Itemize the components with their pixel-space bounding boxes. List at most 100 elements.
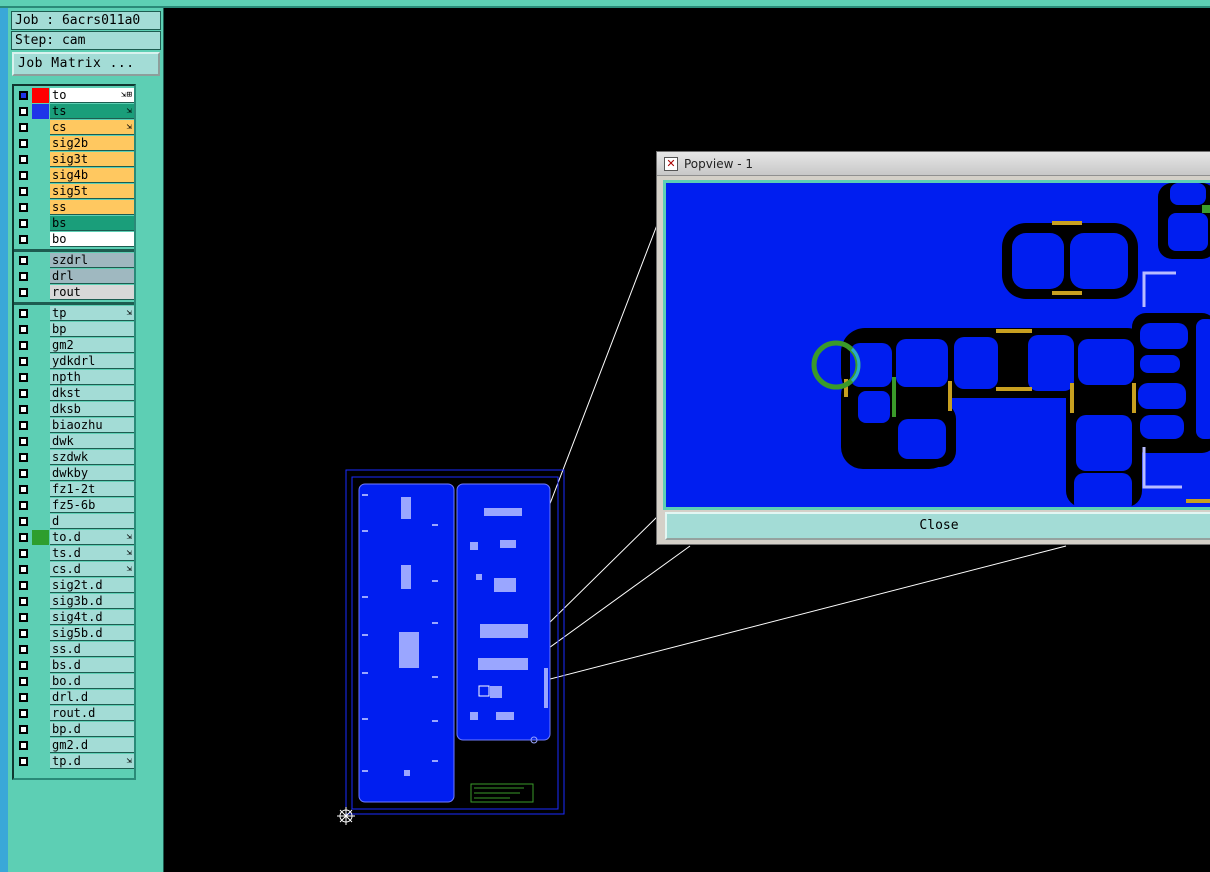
- layer-checkbox[interactable]: [16, 386, 31, 401]
- layer-row-ss[interactable]: ss: [16, 200, 134, 215]
- layer-color-swatch[interactable]: [32, 482, 49, 497]
- layer-checkbox[interactable]: [16, 402, 31, 417]
- layer-checkbox[interactable]: [16, 418, 31, 433]
- layer-checkbox[interactable]: [16, 482, 31, 497]
- layer-color-swatch[interactable]: [32, 152, 49, 167]
- layer-name[interactable]: ss: [50, 200, 134, 215]
- layer-color-swatch[interactable]: [32, 690, 49, 705]
- layer-color-swatch[interactable]: [32, 706, 49, 721]
- layer-name[interactable]: drl.d: [50, 690, 134, 705]
- layer-color-swatch[interactable]: [32, 136, 49, 151]
- layer-row-sig3t[interactable]: sig3t: [16, 152, 134, 167]
- layer-row-cs[interactable]: cs ⇲: [16, 120, 134, 135]
- layer-checkbox[interactable]: [16, 546, 31, 561]
- layer-name[interactable]: ss.d: [50, 642, 134, 657]
- layer-color-swatch[interactable]: [32, 738, 49, 753]
- layer-checkbox[interactable]: [16, 200, 31, 215]
- layer-checkbox[interactable]: [16, 498, 31, 513]
- layer-color-swatch[interactable]: [32, 200, 49, 215]
- layer-color-swatch[interactable]: [32, 562, 49, 577]
- close-button[interactable]: Close: [665, 512, 1210, 540]
- layer-name[interactable]: gm2.d: [50, 738, 134, 753]
- layer-checkbox[interactable]: [16, 88, 31, 103]
- layer-checkbox[interactable]: [16, 642, 31, 657]
- layer-name[interactable]: sig3b.d: [50, 594, 134, 609]
- layer-checkbox[interactable]: [16, 706, 31, 721]
- layer-row-biaozhu[interactable]: biaozhu: [16, 418, 134, 433]
- layer-color-swatch[interactable]: [32, 674, 49, 689]
- layer-row-dwkby[interactable]: dwkby: [16, 466, 134, 481]
- layer-row-sig2b[interactable]: sig2b: [16, 136, 134, 151]
- layer-row-drl[interactable]: drl: [16, 269, 134, 284]
- layer-color-swatch[interactable]: [32, 530, 49, 545]
- layer-name[interactable]: rout: [50, 285, 134, 300]
- layer-checkbox[interactable]: [16, 232, 31, 247]
- layer-name[interactable]: sig2b: [50, 136, 134, 151]
- layer-name[interactable]: dwk: [50, 434, 134, 449]
- layer-color-swatch[interactable]: [32, 184, 49, 199]
- layer-row-rout[interactable]: rout: [16, 285, 134, 300]
- layer-color-swatch[interactable]: [32, 434, 49, 449]
- layer-name[interactable]: drl: [50, 269, 134, 284]
- layer-name[interactable]: tp.d ⇲: [50, 754, 134, 769]
- layer-checkbox[interactable]: [16, 594, 31, 609]
- layer-name[interactable]: szdrl: [50, 253, 134, 268]
- layer-checkbox[interactable]: [16, 253, 31, 268]
- layer-checkbox[interactable]: [16, 450, 31, 465]
- layer-color-swatch[interactable]: [32, 386, 49, 401]
- layer-checkbox[interactable]: [16, 690, 31, 705]
- layer-name[interactable]: npth: [50, 370, 134, 385]
- layer-checkbox[interactable]: [16, 434, 31, 449]
- layer-row-bp.d[interactable]: bp.d: [16, 722, 134, 737]
- layer-color-swatch[interactable]: [32, 450, 49, 465]
- layer-checkbox[interactable]: [16, 610, 31, 625]
- layer-row-to.d[interactable]: to.d ⇲: [16, 530, 134, 545]
- layer-checkbox[interactable]: [16, 285, 31, 300]
- layer-name[interactable]: sig4b: [50, 168, 134, 183]
- job-matrix-button[interactable]: Job Matrix ...: [12, 52, 160, 76]
- layer-row-bs.d[interactable]: bs.d: [16, 658, 134, 673]
- layer-color-swatch[interactable]: [32, 354, 49, 369]
- layer-row-sig5b.d[interactable]: sig5b.d: [16, 626, 134, 641]
- layer-color-swatch[interactable]: [32, 610, 49, 625]
- layer-row-bo[interactable]: bo: [16, 232, 134, 247]
- layer-color-swatch[interactable]: [32, 168, 49, 183]
- layer-checkbox[interactable]: [16, 269, 31, 284]
- layer-checkbox[interactable]: [16, 658, 31, 673]
- layer-color-swatch[interactable]: [32, 306, 49, 321]
- layer-color-swatch[interactable]: [32, 642, 49, 657]
- layer-checkbox[interactable]: [16, 674, 31, 689]
- layer-color-swatch[interactable]: [32, 514, 49, 529]
- layer-row-ydkdrl[interactable]: ydkdrl: [16, 354, 134, 369]
- layer-name[interactable]: bo: [50, 232, 134, 247]
- layer-color-swatch[interactable]: [32, 578, 49, 593]
- layer-name[interactable]: sig5b.d: [50, 626, 134, 641]
- layer-checkbox[interactable]: [16, 626, 31, 641]
- layer-name[interactable]: bp: [50, 322, 134, 337]
- layer-color-swatch[interactable]: [32, 754, 49, 769]
- layer-checkbox[interactable]: [16, 738, 31, 753]
- layer-row-fz1-2t[interactable]: fz1-2t: [16, 482, 134, 497]
- layer-row-cs.d[interactable]: cs.d ⇲: [16, 562, 134, 577]
- layer-color-swatch[interactable]: [32, 498, 49, 513]
- layer-color-swatch[interactable]: [32, 658, 49, 673]
- layer-row-szdwk[interactable]: szdwk: [16, 450, 134, 465]
- layer-color-swatch[interactable]: [32, 722, 49, 737]
- layer-name[interactable]: cs ⇲: [50, 120, 134, 135]
- layer-checkbox[interactable]: [16, 466, 31, 481]
- layer-row-npth[interactable]: npth: [16, 370, 134, 385]
- layer-name[interactable]: sig5t: [50, 184, 134, 199]
- layer-row-tp[interactable]: tp ⇲: [16, 306, 134, 321]
- layer-name[interactable]: ts.d ⇲: [50, 546, 134, 561]
- layer-checkbox[interactable]: [16, 216, 31, 231]
- layer-name[interactable]: ts ⇲: [50, 104, 134, 119]
- layer-name[interactable]: biaozhu: [50, 418, 134, 433]
- layer-color-swatch[interactable]: [32, 594, 49, 609]
- layer-name[interactable]: cs.d ⇲: [50, 562, 134, 577]
- layer-checkbox[interactable]: [16, 184, 31, 199]
- layer-row-dkst[interactable]: dkst: [16, 386, 134, 401]
- layer-name[interactable]: to ⇲⊞: [50, 88, 134, 103]
- layer-color-swatch[interactable]: [32, 546, 49, 561]
- layer-name[interactable]: dkst: [50, 386, 134, 401]
- layer-name[interactable]: sig4t.d: [50, 610, 134, 625]
